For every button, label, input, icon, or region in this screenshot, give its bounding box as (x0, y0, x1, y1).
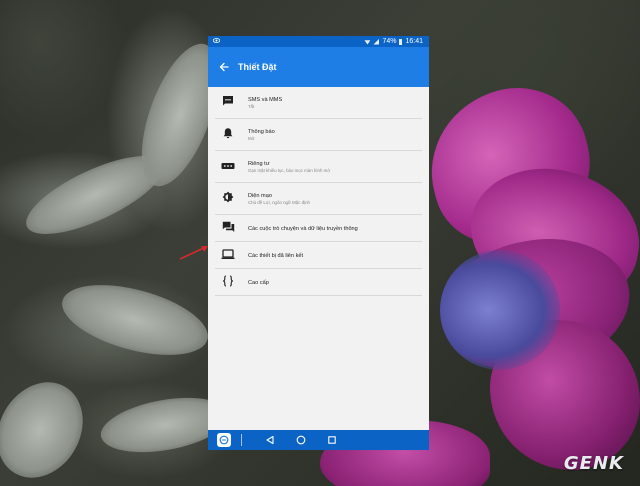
screenshot-canvas: 74% 16:41 Thiết Đặt SMS và MMS Tắt Thông… (0, 0, 640, 486)
watermark-text: GENK (563, 453, 624, 474)
settings-item-subtitle: Gạn mặt khiêu tục, báo mọc màn hình mờ (248, 168, 331, 173)
nav-recents-icon[interactable] (325, 433, 339, 447)
battery-icon (399, 38, 403, 45)
settings-item-title: Diện mạo (248, 193, 272, 199)
settings-list: SMS và MMS Tắt Thông báo Mở Riêng tư Gạn… (208, 87, 429, 296)
status-time: 16:41 (405, 38, 423, 45)
flower-center (440, 250, 560, 370)
battery-percent: 74% (382, 38, 397, 45)
app-bar: Thiết Đặt (208, 47, 429, 87)
settings-item-sms-mms[interactable]: SMS và MMS Tắt (208, 87, 429, 119)
signal-icon (373, 38, 380, 45)
settings-item-privacy[interactable]: Riêng tư Gạn mặt khiêu tục, báo mọc màn … (208, 151, 429, 183)
signal-app-icon[interactable] (217, 433, 231, 447)
settings-item-appearance[interactable]: Diện mạo Chủ đề Lợi, ngôn ngữ Mặc định (208, 183, 429, 215)
wifi-icon (364, 40, 371, 45)
annotation-arrow (179, 246, 208, 260)
password-dots-icon (221, 158, 235, 176)
phone-screen: 74% 16:41 Thiết Đặt SMS và MMS Tắt Thông… (208, 36, 429, 450)
braces-icon (222, 274, 234, 292)
settings-item-title: Riêng tư (248, 161, 270, 167)
back-arrow-icon[interactable] (216, 59, 232, 75)
nav-back-icon[interactable] (263, 433, 277, 447)
laptop-icon (221, 247, 235, 265)
navigation-bar (208, 430, 429, 450)
settings-item-linked-devices[interactable]: Các thiết bị đã liên kết (208, 242, 429, 269)
message-dots-icon (222, 94, 234, 112)
settings-item-title: Thông báo (248, 129, 275, 135)
settings-item-title: Các thiết bị đã liên kết (248, 252, 304, 259)
brightness-icon (222, 190, 234, 208)
settings-item-title: Cao cấp (248, 279, 269, 286)
settings-item-subtitle: Chủ đề Lợi, ngôn ngữ Mặc định (248, 200, 310, 205)
settings-item-chats-media[interactable]: Các cuộc trò chuyện và dữ liệu truyền th… (208, 215, 429, 242)
nav-separator (241, 434, 242, 446)
bell-icon (222, 126, 234, 144)
settings-item-subtitle: Mở (248, 136, 255, 141)
page-title: Thiết Đặt (238, 62, 277, 72)
settings-item-subtitle: Tắt (248, 104, 255, 109)
eye-icon (212, 36, 221, 47)
genk-watermark: GENK (564, 453, 624, 474)
settings-item-notifications[interactable]: Thông báo Mở (208, 119, 429, 151)
settings-item-title: Các cuộc trò chuyện và dữ liệu truyền th… (248, 225, 358, 232)
settings-item-advanced[interactable]: Cao cấp (208, 269, 429, 296)
nav-home-icon[interactable] (294, 433, 308, 447)
chat-bubbles-icon (222, 220, 235, 238)
status-bar: 74% 16:41 (208, 36, 429, 47)
settings-item-title: SMS và MMS (248, 97, 283, 103)
